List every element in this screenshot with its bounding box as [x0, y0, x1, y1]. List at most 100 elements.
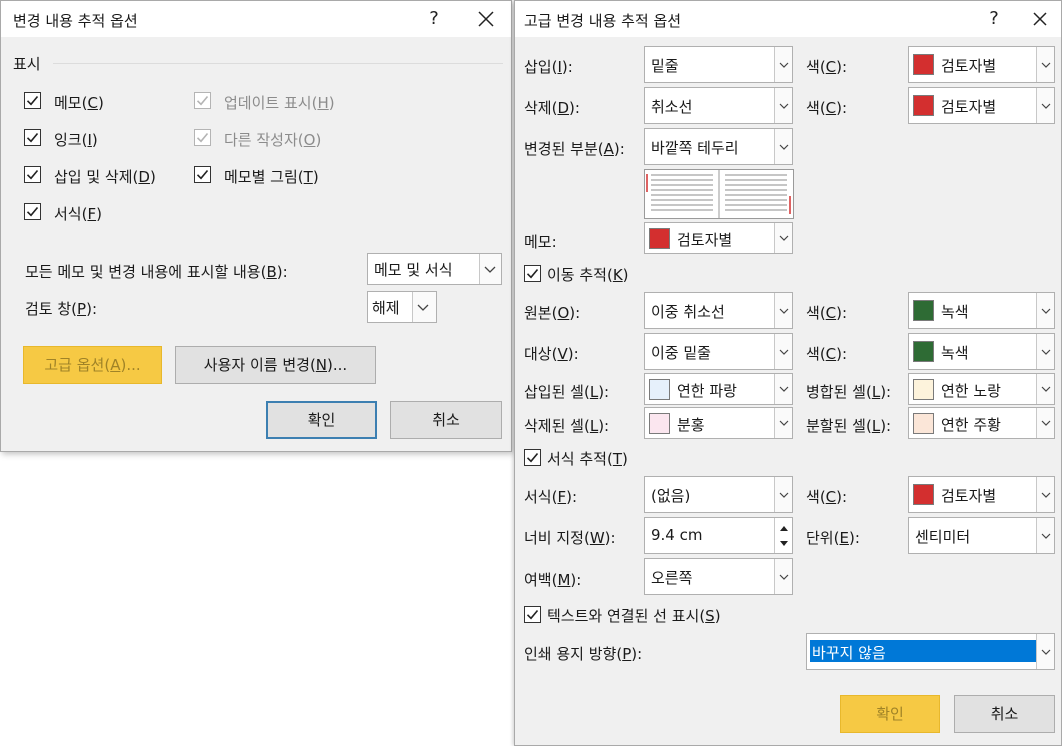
color-swatch [913, 300, 934, 321]
measure-in-dropdown[interactable]: 센티미터 [908, 517, 1055, 554]
formatting-color-value: 검토자별 [941, 487, 997, 505]
spinner-arrows-icon[interactable] [774, 518, 792, 553]
chevron-down-icon[interactable] [479, 254, 501, 284]
chevron-down-icon[interactable] [412, 292, 436, 322]
moved-from-color-label: 색(C): [806, 304, 848, 322]
cancel-button[interactable]: 취소 [390, 401, 502, 439]
moved-to-value: 이중 밑줄 [651, 344, 711, 362]
moved-from-dropdown[interactable]: 이중 취소선 [644, 292, 793, 329]
insertions-dropdown[interactable]: 밑줄 [644, 46, 793, 83]
preferred-width-spinner[interactable]: 9.4 cm [644, 517, 793, 554]
close-icon[interactable] [1025, 5, 1055, 33]
ok-button[interactable]: 확인 [840, 695, 940, 733]
change-user-name-button[interactable]: 사용자 이름 변경(N)... [175, 346, 376, 384]
deleted-cells-label: 삭제된 셀(L): [524, 417, 610, 435]
insertions-value: 밑줄 [651, 57, 679, 75]
help-icon[interactable]: ? [979, 5, 1009, 33]
chevron-down-icon[interactable] [774, 559, 792, 594]
color-swatch [913, 413, 934, 434]
chevron-down-icon[interactable] [1036, 634, 1054, 669]
close-icon[interactable] [471, 5, 501, 33]
chevron-down-icon[interactable] [774, 293, 792, 328]
chevron-down-icon[interactable] [1036, 408, 1054, 438]
color-swatch [913, 54, 934, 75]
moved-from-color-value: 녹색 [941, 303, 969, 321]
other-authors-checkbox [194, 129, 211, 146]
color-swatch [649, 413, 670, 434]
chevron-down-icon[interactable] [774, 129, 792, 164]
group-label-display: 표시 [13, 55, 41, 73]
margin-label: 여백(M): [524, 571, 582, 589]
moved-from-label: 원본(O): [524, 304, 581, 322]
formatting-value: (없음) [651, 487, 691, 505]
formatting-color-label: 색(C): [806, 488, 848, 506]
deletions-color-value: 검토자별 [941, 98, 997, 116]
track-moves-checkbox[interactable] [524, 265, 541, 282]
moved-to-dropdown[interactable]: 이중 밑줄 [644, 333, 793, 370]
ink-checkbox-label: 잉크(I) [54, 131, 98, 149]
moved-to-label: 대상(V): [524, 345, 579, 363]
inserted-cells-dropdown[interactable]: 연한 파랑 [644, 373, 793, 405]
insert-delete-checkbox[interactable] [24, 166, 41, 183]
show-content-dropdown[interactable]: 메모 및 서식 [367, 253, 502, 285]
advanced-options-button[interactable]: 고급 옵션(A)... [23, 346, 162, 384]
merged-cells-dropdown[interactable]: 연한 노랑 [908, 373, 1055, 405]
merged-cells-value: 연한 노랑 [941, 382, 1001, 400]
chevron-down-icon[interactable] [1036, 47, 1054, 82]
inserted-cells-value: 연한 파랑 [677, 382, 737, 400]
track-moves-label: 이동 추적(K) [547, 266, 629, 284]
formatting-dropdown[interactable]: (없음) [644, 476, 793, 513]
paper-orientation-dropdown[interactable]: 바꾸지 않음 [806, 633, 1055, 670]
chevron-down-icon[interactable] [774, 47, 792, 82]
chevron-down-icon[interactable] [1036, 293, 1054, 328]
insertions-color-dropdown[interactable]: 검토자별 [908, 46, 1055, 83]
insertions-label: 삽입(I): [524, 58, 573, 76]
chevron-down-icon[interactable] [774, 223, 792, 253]
preferred-width-label: 너비 지정(W): [524, 529, 616, 547]
chevron-down-icon[interactable] [774, 477, 792, 512]
chevron-down-icon[interactable] [1036, 518, 1054, 553]
reviewing-pane-dropdown[interactable]: 해제 [367, 291, 437, 323]
chevron-down-icon[interactable] [1036, 374, 1054, 404]
insertions-color-label: 색(C): [806, 58, 848, 76]
split-cells-label: 분할된 셀(L): [806, 417, 892, 435]
dialog-title-bar: 고급 변경 내용 추적 옵션 ? [515, 1, 1061, 37]
comments-color-dropdown[interactable]: 검토자별 [644, 222, 793, 254]
color-swatch [649, 379, 670, 400]
chevron-down-icon[interactable] [774, 334, 792, 369]
track-formatting-checkbox[interactable] [524, 449, 541, 466]
chevron-down-icon[interactable] [1036, 88, 1054, 123]
color-swatch [913, 484, 934, 505]
help-icon[interactable]: ? [419, 5, 449, 33]
track-changes-options-dialog: 변경 내용 추적 옵션 ? 표시 메모(C) 잉크(I) 삽입 및 삭제(D) … [0, 0, 512, 452]
deletions-dropdown[interactable]: 취소선 [644, 87, 793, 124]
moved-to-color-dropdown[interactable]: 녹색 [908, 333, 1055, 370]
chevron-down-icon[interactable] [774, 88, 792, 123]
deletions-color-dropdown[interactable]: 검토자별 [908, 87, 1055, 124]
chevron-down-icon[interactable] [1036, 334, 1054, 369]
changed-lines-preview [644, 169, 794, 219]
color-swatch [649, 228, 670, 249]
ok-button[interactable]: 확인 [266, 401, 377, 439]
reviewing-pane-label: 검토 창(P): [25, 300, 97, 318]
paper-orientation-value: 바꾸지 않음 [812, 644, 886, 662]
formatting-color-dropdown[interactable]: 검토자별 [908, 476, 1055, 513]
cancel-button[interactable]: 취소 [954, 695, 1055, 733]
pictures-by-comments-checkbox[interactable] [194, 166, 211, 183]
chevron-down-icon[interactable] [774, 374, 792, 404]
split-cells-dropdown[interactable]: 연한 주황 [908, 407, 1055, 439]
ink-checkbox[interactable] [24, 129, 41, 146]
chevron-down-icon[interactable] [1036, 477, 1054, 512]
changed-lines-dropdown[interactable]: 바깥쪽 테두리 [644, 128, 793, 165]
merged-cells-label: 병합된 셀(L): [806, 383, 892, 401]
paper-orientation-label: 인쇄 용지 방향(P): [524, 645, 643, 663]
show-lines-checkbox[interactable] [524, 606, 541, 623]
chevron-down-icon[interactable] [774, 408, 792, 438]
moved-from-color-dropdown[interactable]: 녹색 [908, 292, 1055, 329]
insertions-color-value: 검토자별 [941, 57, 997, 75]
memo-checkbox[interactable] [24, 92, 41, 109]
formatting-checkbox[interactable] [24, 203, 41, 220]
dialog-title-bar: 변경 내용 추적 옵션 ? [1, 1, 511, 37]
margin-dropdown[interactable]: 오른쪽 [644, 558, 793, 595]
deleted-cells-dropdown[interactable]: 분홍 [644, 407, 793, 439]
